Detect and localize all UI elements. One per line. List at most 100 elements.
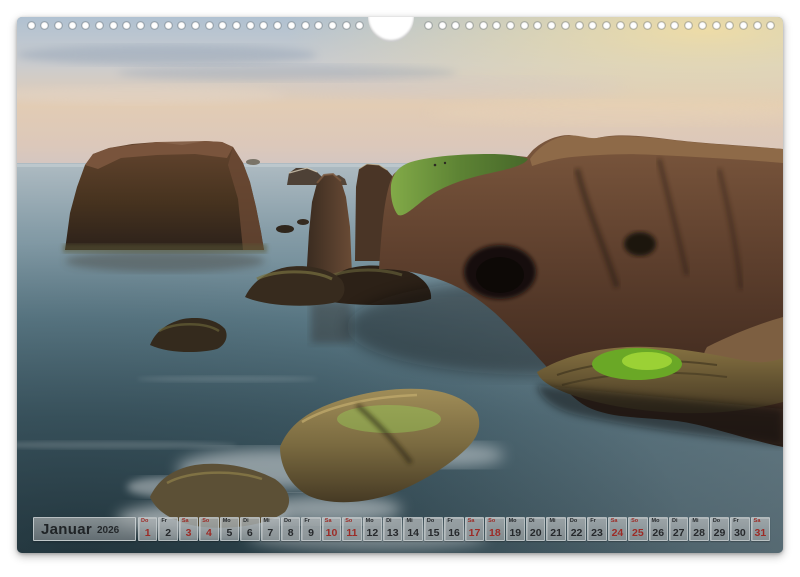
day-cell: So 11: [342, 517, 361, 541]
year-label: 2026: [97, 523, 119, 536]
day-cell: Sa 17: [465, 517, 484, 541]
punch-hole: [658, 22, 665, 29]
punch-hole: [439, 22, 446, 29]
day-number: 18: [486, 527, 503, 539]
day-weekday: Sa: [325, 518, 332, 525]
day-cell: Do 29: [710, 517, 729, 541]
day-weekday: So: [202, 518, 209, 525]
punch-hole: [206, 22, 213, 29]
punch-hole: [466, 22, 473, 29]
day-number: 26: [650, 527, 667, 539]
day-number: 15: [425, 527, 442, 539]
day-cell: Di 20: [526, 517, 545, 541]
day-weekday: Sa: [182, 518, 189, 525]
punch-hole: [671, 22, 678, 29]
day-cell: Fr 9: [301, 517, 320, 541]
day-weekday: Sa: [754, 518, 761, 525]
day-weekday: Fr: [733, 518, 739, 525]
day-number: 19: [507, 527, 524, 539]
day-weekday: Di: [386, 518, 392, 525]
day-cell: Mo 19: [506, 517, 525, 541]
punch-hole: [260, 22, 267, 29]
punch-hole: [343, 22, 350, 29]
day-weekday: Mo: [509, 518, 517, 525]
day-cell: Do 22: [567, 517, 586, 541]
day-number: 17: [466, 527, 483, 539]
day-cell: Fr 16: [444, 517, 463, 541]
day-cell: Mi 21: [546, 517, 565, 541]
day-weekday: Mi: [692, 518, 698, 525]
day-weekday: Fr: [447, 518, 453, 525]
punch-hole: [41, 22, 48, 29]
day-cell: So 25: [628, 517, 647, 541]
day-weekday: Do: [284, 518, 291, 525]
day-weekday: Fr: [161, 518, 167, 525]
left-sea-stack: [63, 141, 267, 272]
day-number: 22: [568, 527, 585, 539]
day-number: 25: [629, 527, 646, 539]
punch-hole: [137, 22, 144, 29]
day-weekday: Di: [243, 518, 249, 525]
day-number: 23: [588, 527, 605, 539]
punch-hole: [425, 22, 432, 29]
day-weekday: Di: [529, 518, 535, 525]
calendar-photo: [17, 17, 783, 553]
day-cell: Di 6: [240, 517, 259, 541]
day-cell: Sa 24: [608, 517, 627, 541]
day-number: 28: [690, 527, 707, 539]
day-cell: Do 15: [424, 517, 443, 541]
day-number: 24: [609, 527, 626, 539]
day-weekday: Mo: [223, 518, 231, 525]
day-number: 4: [200, 527, 217, 539]
day-number: 14: [404, 527, 421, 539]
day-weekday: Fr: [304, 518, 310, 525]
punch-hole: [165, 22, 172, 29]
calendar-page: Januar 2026 Do 1 Fr 2 Sa 3 So 4 Mo 5 Di …: [17, 17, 783, 553]
day-number: 12: [364, 527, 381, 539]
punch-hole: [644, 22, 651, 29]
day-number: 31: [752, 527, 769, 539]
punch-hole: [548, 22, 555, 29]
month-label: Januar: [41, 521, 92, 538]
punch-hole: [685, 22, 692, 29]
day-number: 1: [139, 527, 156, 539]
day-cell: Sa 10: [322, 517, 341, 541]
page-background: { "calendar": { "month_label": "Januar",…: [0, 0, 800, 577]
day-weekday: Mi: [406, 518, 412, 525]
day-weekday: So: [345, 518, 352, 525]
punch-hole: [96, 22, 103, 29]
day-number: 5: [221, 527, 238, 539]
punch-hole: [288, 22, 295, 29]
punch-hole: [603, 22, 610, 29]
punch-hole: [507, 22, 514, 29]
punch-hole: [315, 22, 322, 29]
day-number: 27: [670, 527, 687, 539]
day-cell: So 18: [485, 517, 504, 541]
punch-hole: [562, 22, 569, 29]
punch-hole: [110, 22, 117, 29]
punch-hole: [713, 22, 720, 29]
punch-hole: [55, 22, 62, 29]
day-number: 8: [282, 527, 299, 539]
day-weekday: Fr: [590, 518, 596, 525]
day-weekday: Mi: [264, 518, 270, 525]
punch-hole: [28, 22, 35, 29]
day-weekday: So: [631, 518, 638, 525]
day-cell: Mo 5: [220, 517, 239, 541]
punch-hole: [233, 22, 240, 29]
punch-hole: [589, 22, 596, 29]
day-number: 20: [527, 527, 544, 539]
punch-hole: [754, 22, 761, 29]
day-weekday: Do: [570, 518, 577, 525]
punch-hole: [493, 22, 500, 29]
punch-hole: [329, 22, 336, 29]
day-cell: Fr 23: [587, 517, 606, 541]
day-cell: Mi 7: [261, 517, 280, 541]
day-cell: Mi 28: [689, 517, 708, 541]
day-number: 13: [384, 527, 401, 539]
day-weekday: So: [488, 518, 495, 525]
punch-hole: [82, 22, 89, 29]
day-weekday: Do: [713, 518, 720, 525]
day-number: 21: [547, 527, 564, 539]
day-weekday: Mo: [652, 518, 660, 525]
